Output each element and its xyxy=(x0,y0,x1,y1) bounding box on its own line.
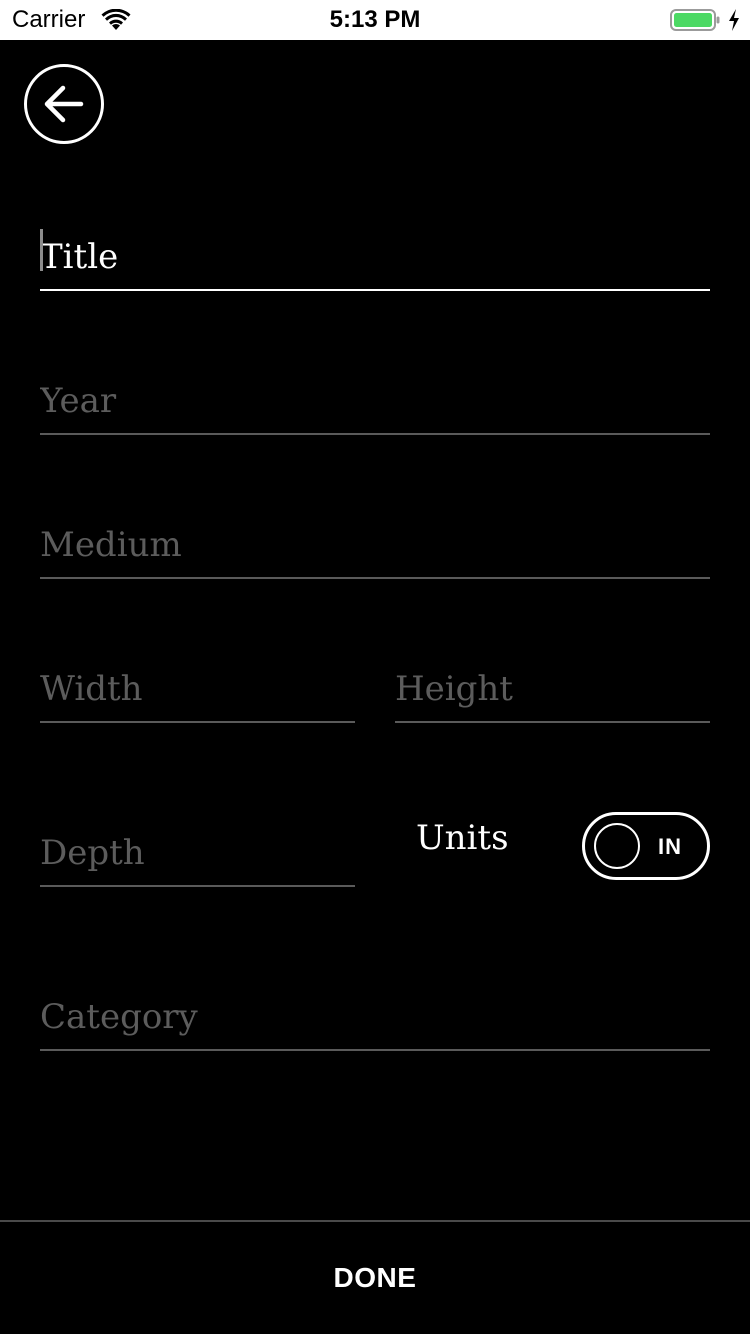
medium-field xyxy=(40,523,710,579)
done-button[interactable]: DONE xyxy=(0,1222,750,1334)
category-field xyxy=(40,995,710,1051)
height-field xyxy=(395,667,710,723)
units-label: Units xyxy=(416,818,509,858)
depth-input[interactable] xyxy=(40,831,355,875)
title-field xyxy=(40,229,710,291)
toggle-knob xyxy=(594,823,640,869)
medium-input[interactable] xyxy=(40,523,710,567)
depth-field xyxy=(40,831,355,887)
height-input[interactable] xyxy=(395,667,710,711)
battery-icon xyxy=(670,9,720,31)
title-input[interactable] xyxy=(40,235,710,279)
back-button[interactable] xyxy=(24,64,104,144)
year-field xyxy=(40,379,710,435)
status-time: 5:13 PM xyxy=(329,6,421,33)
units-toggle[interactable]: IN xyxy=(582,812,710,880)
text-cursor xyxy=(40,229,43,271)
charging-icon xyxy=(727,8,741,32)
width-field xyxy=(40,667,355,723)
category-input[interactable] xyxy=(40,995,710,1039)
width-input[interactable] xyxy=(40,667,355,711)
units-value: IN xyxy=(658,834,682,859)
year-input[interactable] xyxy=(40,379,710,423)
status-bar: Carrier 5:13 PM xyxy=(0,0,750,40)
arrow-left-icon xyxy=(44,85,84,123)
